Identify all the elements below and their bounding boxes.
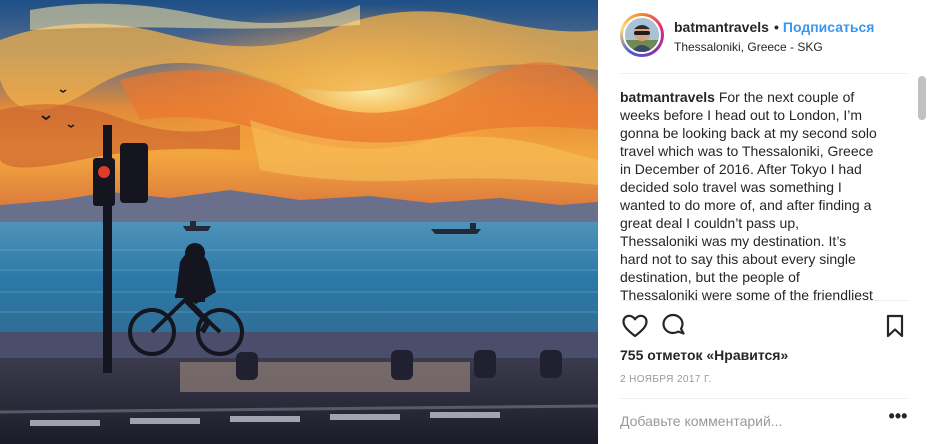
avatar-story-ring[interactable] — [620, 13, 664, 57]
location-link[interactable]: Thessaloniki, Greece - SKG — [674, 40, 823, 54]
save-button[interactable] — [880, 311, 910, 341]
follow-label: Подписаться — [782, 19, 875, 35]
post-date[interactable]: 2 НОЯБРЯ 2017 Г. — [620, 374, 712, 385]
header-username[interactable]: batmantravels — [674, 19, 769, 35]
divider — [620, 398, 908, 399]
comment-input[interactable] — [620, 410, 870, 432]
comment-button[interactable] — [658, 311, 688, 341]
caption-username[interactable]: batmantravels — [620, 89, 715, 105]
post-photo[interactable] — [0, 0, 598, 444]
sunset-photo — [0, 0, 598, 444]
avatar[interactable] — [623, 16, 661, 54]
post-header: batmantravels • Подписаться Thessaloniki,… — [598, 0, 930, 74]
separator-dot: • — [774, 19, 779, 35]
caption-scrollbar[interactable] — [918, 76, 926, 120]
bookmark-icon — [886, 314, 904, 338]
like-button[interactable] — [620, 311, 650, 341]
more-options-button[interactable]: ••• — [886, 407, 910, 433]
action-bar — [620, 311, 916, 341]
avatar-image — [625, 18, 659, 52]
caption-text: For the next couple of weeks before I he… — [620, 89, 877, 301]
divider — [620, 300, 908, 301]
likes-count[interactable]: 755 отметок «Нравится» — [620, 347, 788, 363]
follow-button[interactable]: • Подписаться — [774, 19, 874, 35]
caption-container[interactable]: batmantravels For the next couple of wee… — [620, 74, 916, 301]
caption: batmantravels For the next couple of wee… — [620, 74, 878, 301]
post-panel: batmantravels • Подписаться Thessaloniki,… — [598, 0, 930, 444]
comment-icon — [662, 313, 685, 335]
heart-icon — [622, 314, 648, 338]
